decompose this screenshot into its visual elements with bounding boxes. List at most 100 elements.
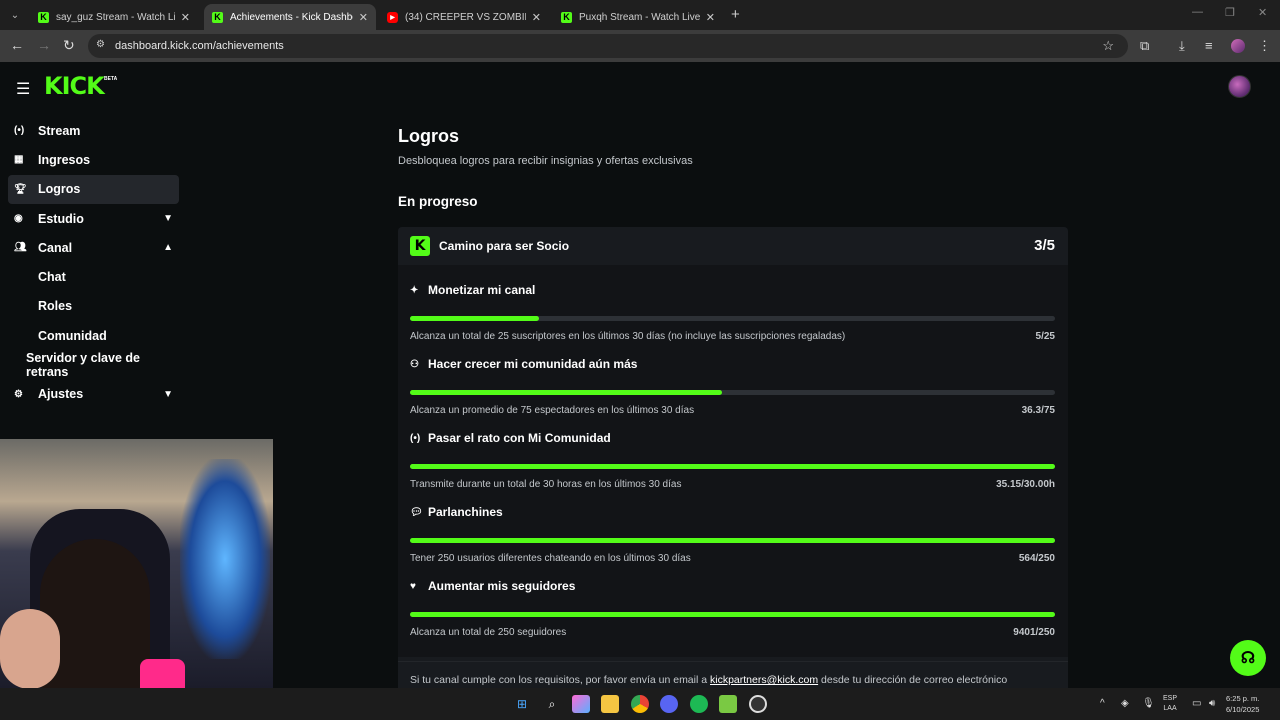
search-icon[interactable]: ⌕ — [543, 695, 561, 713]
back-icon[interactable]: ← — [10, 37, 24, 53]
download-icon[interactable]: ⤓ — [1179, 38, 1185, 54]
sidebar-item-stream[interactable]: (•) Stream — [8, 116, 179, 145]
system-clock[interactable]: 6:25 p. m. 6/10/2025 — [1226, 693, 1259, 715]
new-tab-button[interactable]: + — [731, 6, 740, 23]
close-icon[interactable]: ✕ — [532, 11, 541, 24]
obs-icon[interactable] — [749, 695, 767, 713]
microphone-icon[interactable]: 🎙︎ — [1142, 698, 1155, 709]
goal-value: 9401/250 — [1013, 627, 1055, 638]
hamburger-menu-icon[interactable]: ☰ — [16, 79, 30, 99]
kick-logo[interactable]: KICK — [44, 72, 105, 100]
webcam-face — [0, 609, 60, 688]
sidebar-item-label: Canal — [38, 240, 73, 255]
gear-icon: ⚙ — [14, 388, 23, 400]
sidebar-item-logros[interactable]: 🏆︎ Logros — [8, 174, 179, 204]
chat-bubble-icon: 💬︎ — [410, 506, 423, 518]
partner-email-link[interactable]: kickpartners@kick.com — [710, 674, 818, 686]
chevron-down-icon[interactable]: ▼ — [163, 213, 173, 224]
tray-expand-icon[interactable]: ^ — [1100, 698, 1105, 709]
goal-item: (•) Pasar el rato con Mi Comunidad Trans… — [410, 413, 1055, 490]
sidebar-item-label: Comunidad — [38, 328, 107, 343]
goal-title: Hacer crecer mi comunidad aún más — [428, 357, 638, 371]
user-avatar[interactable] — [1228, 75, 1251, 98]
sidebar-item-comunidad[interactable]: Comunidad — [8, 321, 179, 350]
progress-bar — [410, 390, 1055, 395]
restore-icon[interactable]: ❐ — [1225, 6, 1235, 19]
minimize-icon[interactable]: — — [1192, 6, 1203, 18]
section-title: En progreso — [398, 194, 478, 209]
close-icon[interactable]: ✕ — [359, 11, 368, 24]
footer-text-before: Si tu canal cumple con los requisitos, p… — [410, 674, 710, 686]
webcam-overlay — [0, 439, 273, 688]
sidebar-item-ingresos[interactable]: ▦ Ingresos — [8, 145, 179, 174]
sidebar-item-chat[interactable]: Chat — [8, 262, 179, 291]
tray-app-icon[interactable]: ◈ — [1121, 698, 1129, 709]
sidebar-item-label: Roles — [38, 299, 73, 314]
forward-icon[interactable]: → — [37, 37, 51, 53]
windows-start-icon[interactable]: ⊞ — [513, 695, 531, 713]
bookmark-star-icon[interactable]: ☆ — [1102, 38, 1114, 54]
footer-text-after: desde tu dirección de correo electrónico — [818, 674, 1008, 686]
sidebar-item-label: Stream — [38, 123, 81, 138]
reload-icon[interactable]: ↻ — [63, 37, 75, 54]
card-title: Camino para ser Socio — [439, 239, 570, 253]
sidebar-item-canal[interactable]: 👥︎ Canal ▲ — [8, 233, 179, 262]
url-text[interactable]: dashboard.kick.com/achievements — [115, 40, 284, 52]
sidebar-item-roles[interactable]: Roles — [8, 292, 179, 321]
browser-profile-avatar[interactable] — [1231, 39, 1245, 53]
extensions-icon[interactable]: ⧉ — [1140, 38, 1149, 54]
progress-bar — [410, 316, 1055, 321]
more-menu-icon[interactable]: ⋮ — [1258, 38, 1271, 54]
kick-dashboard: ☰ KICK BETA (•) Stream ▦ Ingresos 🏆︎ Log… — [0, 62, 1280, 697]
page-subtitle: Desbloquea logros para recibir insignias… — [398, 155, 693, 167]
window-close-icon[interactable]: ✕ — [1258, 6, 1267, 19]
language-indicator[interactable]: ESP LAA — [1163, 694, 1177, 714]
minecraft-icon[interactable] — [719, 695, 737, 713]
sidebar: (•) Stream ▦ Ingresos 🏆︎ Logros ◉ Estudi… — [8, 116, 179, 409]
copilot-icon[interactable] — [572, 695, 590, 713]
help-chat-button[interactable]: ☊ — [1230, 640, 1266, 676]
card-count: 3/5 — [1034, 237, 1055, 254]
site-info-icon[interactable]: ⚙ — [96, 39, 105, 50]
address-bar[interactable]: ⚙ dashboard.kick.com/achievements ☆ — [88, 34, 1128, 58]
clock-date: 6/10/2025 — [1226, 705, 1260, 714]
sparkle-icon: ✦ — [410, 284, 419, 296]
card-header[interactable]: K Camino para ser Socio 3/5 — [398, 227, 1068, 265]
sidebar-item-estudio[interactable]: ◉ Estudio ▼ — [8, 204, 179, 233]
close-icon[interactable]: ✕ — [706, 11, 715, 24]
goal-item: 💬︎ Parlanchines Tener 250 usuarios difer… — [410, 487, 1055, 564]
goal-description: Alcanza un total de 250 seguidores — [410, 627, 567, 638]
tab-title: Puxqh Stream - Watch Live on K — [579, 11, 700, 23]
clock-time: 6:25 p. m. — [1226, 694, 1260, 703]
media-control-icon[interactable]: ≡ — [1205, 38, 1213, 53]
webcam-microphone — [140, 659, 185, 688]
browser-tab[interactable]: K Puxqh Stream - Watch Live on K ✕ — [553, 4, 723, 30]
display-icon[interactable]: ▭ — [1192, 698, 1201, 709]
sidebar-item-ajustes[interactable]: ⚙ Ajustes ▼ — [8, 380, 179, 409]
chart-icon: ▦ — [14, 154, 24, 166]
goal-title: Monetizar mi canal — [428, 283, 536, 297]
browser-tab-bar: ⌄ K say_guz Stream - Watch Live on ✕ K A… — [0, 0, 1280, 30]
progress-fill — [410, 390, 723, 395]
kick-favicon-icon: K — [561, 11, 572, 23]
chevron-up-icon[interactable]: ▲ — [163, 242, 173, 253]
discord-icon[interactable] — [660, 695, 678, 713]
volume-icon[interactable]: 🔊︎ — [1209, 698, 1215, 709]
sidebar-item-label: Ajustes — [38, 387, 84, 402]
users-plus-icon: ⚇ — [410, 358, 419, 370]
sidebar-item-servidor[interactable]: Servidor y clave de retrans — [8, 350, 179, 379]
chrome-icon[interactable] — [631, 695, 649, 713]
tab-search-icon[interactable]: ⌄ — [6, 6, 24, 24]
spotify-icon[interactable] — [690, 695, 708, 713]
kick-badge-icon: K — [410, 236, 430, 256]
chevron-down-icon[interactable]: ▼ — [163, 389, 173, 400]
file-explorer-icon[interactable] — [601, 695, 619, 713]
close-icon[interactable]: ✕ — [181, 11, 190, 24]
sidebar-item-label: Logros — [38, 182, 81, 197]
page-title: Logros — [398, 126, 459, 146]
browser-tab-active[interactable]: K Achievements - Kick Dashboard ✕ — [204, 4, 376, 30]
browser-tab[interactable]: K say_guz Stream - Watch Live on ✕ — [30, 4, 198, 30]
goal-title: Aumentar mis seguidores — [428, 579, 576, 593]
footer-text: Si tu canal cumple con los requisitos, p… — [410, 674, 1007, 686]
browser-tab[interactable]: ▶ (34) CREEPER VS ZOMBIE | ESPI ✕ — [379, 4, 549, 30]
